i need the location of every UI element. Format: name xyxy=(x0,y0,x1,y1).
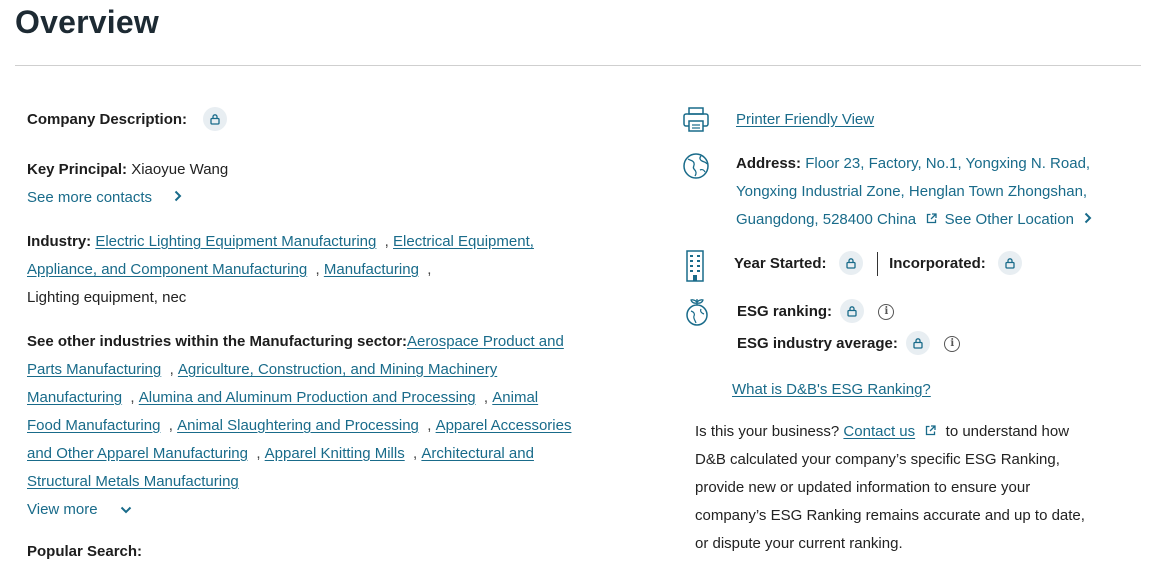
business-text-block: Is this your business? Contact us to und… xyxy=(695,418,1125,558)
lock-icon[interactable] xyxy=(906,331,931,356)
other-industries-label: See other industries within the Manufact… xyxy=(27,333,408,350)
address-block: Address: Floor 23, Factory, No.1, Yongxi… xyxy=(736,150,1136,234)
divider xyxy=(876,252,878,277)
printer-friendly-row[interactable]: Printer Friendly View xyxy=(736,106,874,134)
address-label: Address: xyxy=(736,155,802,172)
chevron-down-icon[interactable] xyxy=(120,496,132,524)
industry-label: Industry: xyxy=(27,233,92,250)
address-line3[interactable]: Guangdong, 528400 China xyxy=(736,211,916,228)
contact-us-link[interactable]: Contact us xyxy=(843,423,915,440)
other-industries-row: See other industries within the Manufact… xyxy=(27,333,572,490)
business-text: to understand how xyxy=(945,423,1070,440)
lock-icon[interactable] xyxy=(203,107,228,131)
business-text: provide new or updated information to en… xyxy=(695,479,1031,496)
globe-icon xyxy=(681,150,711,180)
chevron-right-icon[interactable] xyxy=(1084,206,1092,234)
year-incorporated-row: Year Started: Incorporated: xyxy=(734,250,1022,278)
see-more-contacts-label[interactable]: See more contacts xyxy=(27,189,152,206)
address-line1: Floor 23, Factory, No.1, Yongxing N. Roa… xyxy=(805,155,1091,172)
view-more-label[interactable]: View more xyxy=(27,501,98,518)
esg-ranking-row: ESG ranking: i xyxy=(737,298,895,326)
see-other-location-link[interactable]: See Other Location xyxy=(945,211,1074,228)
page-title: Overview xyxy=(15,4,159,40)
year-started-label: Year Started: xyxy=(734,255,827,272)
business-text: or dispute your current ranking. xyxy=(695,535,903,552)
building-icon xyxy=(682,250,712,282)
printer-friendly-link[interactable]: Printer Friendly View xyxy=(736,111,874,128)
info-icon[interactable]: i xyxy=(878,304,895,321)
lock-icon[interactable] xyxy=(838,251,863,276)
external-link-icon[interactable] xyxy=(925,425,939,439)
lock-icon[interactable] xyxy=(840,299,865,324)
what-is-esg-link[interactable]: What is D&B's ESG Ranking? xyxy=(732,381,931,398)
key-principal-value: Xiaoyue Wang xyxy=(131,161,229,178)
business-text: company’s ESG Ranking remains accurate a… xyxy=(695,507,1085,524)
other-industry-link[interactable]: Animal Slaughtering and Processing xyxy=(177,417,419,434)
industry-row: Industry: Electric Lighting Equipment Ma… xyxy=(27,233,534,306)
industry-link[interactable]: Manufacturing xyxy=(324,261,419,278)
see-more-contacts-link[interactable]: See more contacts xyxy=(27,184,182,212)
lock-icon[interactable] xyxy=(997,251,1022,276)
esg-industry-average-label: ESG industry average: xyxy=(737,335,898,352)
other-industry-link[interactable]: Alumina and Aluminum Production and Proc… xyxy=(139,389,476,406)
title-divider xyxy=(15,65,1141,66)
view-more-link[interactable]: View more xyxy=(27,496,132,524)
printer-icon[interactable] xyxy=(681,106,711,136)
popular-search-row: Popular Search: xyxy=(27,538,142,566)
address-line2: Yongxing Industrial Zone, Henglan Town Z… xyxy=(736,183,1088,200)
info-icon[interactable]: i xyxy=(944,336,961,353)
business-text: D&B calculated your company’s specific E… xyxy=(695,451,1060,468)
chevron-right-icon[interactable] xyxy=(174,184,182,212)
industry-plain: Lighting equipment, nec xyxy=(27,289,187,306)
other-industry-link[interactable]: Apparel Knitting Mills xyxy=(265,445,405,462)
company-description-label: Company Description: xyxy=(27,110,188,128)
key-principal-label: Key Principal: xyxy=(27,161,128,178)
external-link-icon[interactable] xyxy=(926,213,940,227)
incorporated-label: Incorporated: xyxy=(889,255,986,272)
esg-industry-average-row: ESG industry average: i xyxy=(737,330,961,358)
business-question: Is this your business? xyxy=(695,423,840,440)
what-is-esg-row[interactable]: What is D&B's ESG Ranking? xyxy=(732,376,931,404)
esg-ranking-label: ESG ranking: xyxy=(737,303,833,320)
esg-leaf-icon xyxy=(683,297,713,327)
company-description-row: Company Description: xyxy=(27,107,228,132)
industry-link[interactable]: Electric Lighting Equipment Manufacturin… xyxy=(95,233,376,250)
key-principal-row: Key Principal: Xiaoyue Wang xyxy=(27,156,228,184)
